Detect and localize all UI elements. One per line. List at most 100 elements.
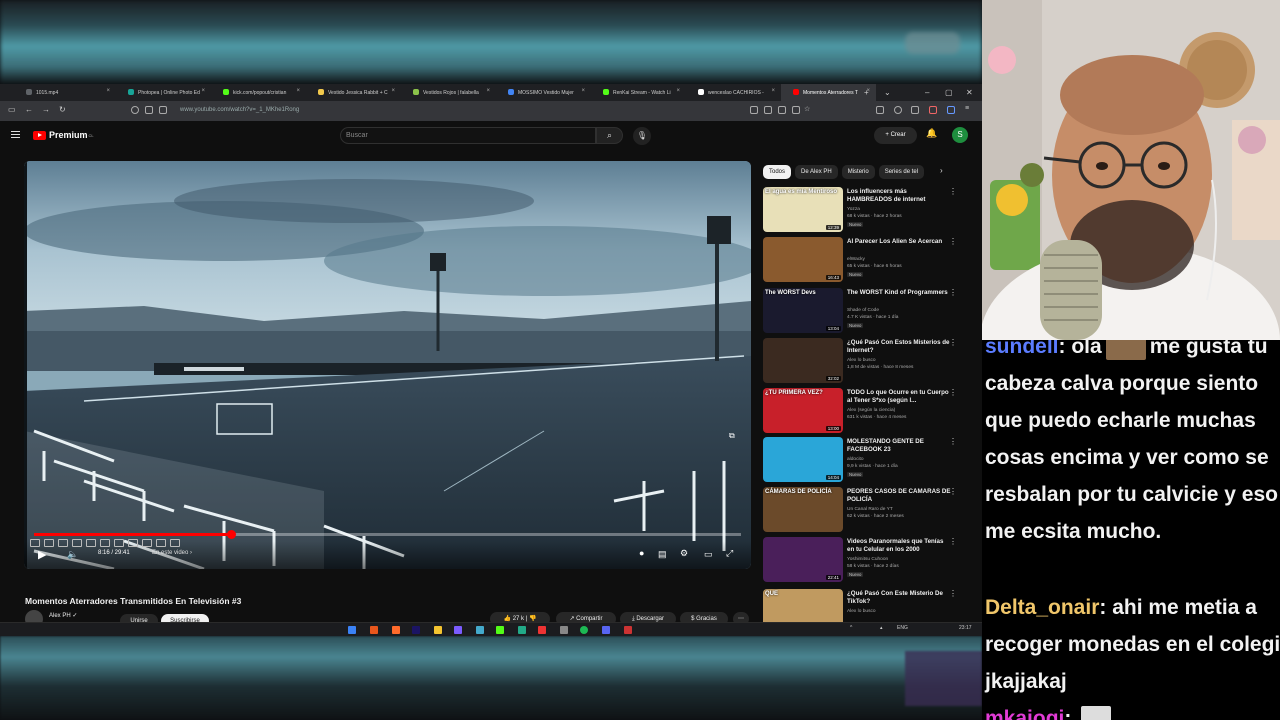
recommendation-channel[interactable]: elWacky <box>847 257 865 262</box>
back-icon[interactable]: ← <box>25 105 33 114</box>
tab-close-icon[interactable]: × <box>391 88 395 94</box>
browser-tab[interactable]: RenKai Stream - Watch Li × <box>591 84 686 101</box>
more-options-icon[interactable]: ⋮ <box>949 389 957 397</box>
caption-icon[interactable] <box>128 539 138 547</box>
recommendation-item[interactable]: 22:41 Videos Paranormales que Tenías en t… <box>763 537 963 583</box>
frame-icon[interactable] <box>58 539 68 547</box>
tab-close-icon[interactable]: × <box>486 88 490 94</box>
search-icon[interactable]: ⌕ <box>596 127 623 144</box>
chat-username[interactable]: sundell <box>985 340 1059 358</box>
reload-icon[interactable]: ↻ <box>59 105 66 114</box>
video-progress-bar[interactable] <box>34 530 741 539</box>
window-icon[interactable] <box>86 539 96 547</box>
clock[interactable]: 23:17 <box>959 625 972 631</box>
tab-search-icon[interactable]: ⌄ <box>884 84 891 101</box>
chat-username[interactable]: mkaiogi <box>985 707 1064 720</box>
wallet-icon[interactable] <box>947 106 955 114</box>
premiere-icon[interactable] <box>412 626 420 634</box>
adblock-icon[interactable] <box>929 106 937 114</box>
recommendation-title[interactable]: MOLESTANDO GENTE DE FACEBOOK 23 <box>847 438 951 454</box>
browser-tab[interactable]: Momentos Aterradores T × <box>781 84 876 101</box>
taskbar-app-icon-7[interactable] <box>624 626 632 634</box>
tab-close-icon[interactable]: × <box>771 88 775 94</box>
video-thumbnail[interactable]: El agua es mía Mentiroso 12:39 <box>763 187 843 232</box>
file-explorer-icon[interactable] <box>434 626 442 634</box>
fullscreen-icon[interactable]: ⤢ <box>726 548 733 559</box>
recommendation-channel[interactable]: Un Canal Raro de YT <box>847 507 893 512</box>
browser-tab[interactable]: Photopea | Online Photo Ed × <box>116 84 211 101</box>
more-options-icon[interactable]: ⋮ <box>949 238 957 246</box>
notifications-bell-icon[interactable]: 🔔 <box>926 128 937 139</box>
translate-icon[interactable] <box>778 106 786 114</box>
cast-icon[interactable] <box>750 106 758 114</box>
tray-chevron-icon[interactable]: ^ <box>850 625 852 631</box>
play-icon[interactable]: ▶ <box>38 548 46 561</box>
recommendation-channel[interactable]: Alex lo busco <box>847 609 876 614</box>
youtube-logo[interactable]: Premium CL <box>33 130 94 140</box>
channel-name[interactable]: Alex PH ✓ <box>49 612 77 619</box>
tab-close-icon[interactable]: × <box>676 88 680 94</box>
video-thumbnail[interactable]: ¿TU PRIMERA VEZ? 13:00 <box>763 388 843 433</box>
settings-icon[interactable] <box>170 539 180 547</box>
tab-close-icon[interactable]: × <box>581 88 585 94</box>
firefox-icon[interactable] <box>392 626 400 634</box>
browser-tab[interactable]: Vestidos Rojos | falabella × <box>401 84 496 101</box>
taskbar-app-icon-5[interactable] <box>538 626 546 634</box>
recommendation-channel[interactable]: Yozza <box>847 207 860 212</box>
volume-icon[interactable]: 🔈 <box>67 549 78 560</box>
bookmark-star-icon[interactable]: ☆ <box>804 105 810 113</box>
recommendation-item[interactable]: 32:02 ¿Qué Pasó Con Estos Misterios de In… <box>763 338 963 384</box>
site-settings-icon[interactable] <box>145 106 153 114</box>
video-thumbnail[interactable]: CÁMARAS DE POLICÍA <box>763 487 843 532</box>
video-thumbnail[interactable]: 16:43 <box>763 237 843 282</box>
taskbar-app-icon-3[interactable] <box>476 626 484 634</box>
extension-icon[interactable] <box>792 106 800 114</box>
browser-tab[interactable]: kick.com/popout/cristian × <box>211 84 306 101</box>
autoplay-toggle[interactable]: ● <box>639 548 644 558</box>
more-options-icon[interactable]: ⋮ <box>949 339 957 347</box>
recommendation-channel[interactable]: Alex (según la ciencia) <box>847 408 895 413</box>
taskbar-app-icon-2[interactable] <box>454 626 462 634</box>
recommendation-item[interactable]: The WORST Devs 13:04 The WORST Kind of Pro… <box>763 288 963 334</box>
audio-icon[interactable] <box>44 539 54 547</box>
recommendation-channel[interactable]: Alex lo busco <box>847 358 876 363</box>
more-options-icon[interactable]: ⋮ <box>949 488 957 496</box>
tab-close-icon[interactable]: × <box>296 88 300 94</box>
windows-start-icon[interactable] <box>348 626 356 634</box>
recommendation-title[interactable]: Al Parecer Los Alien Se Acercan <box>847 238 951 246</box>
filter-chip[interactable]: Todos <box>763 165 792 179</box>
microphone-icon[interactable]: 🎙 <box>633 127 651 145</box>
browser-tab[interactable]: Vestido Jessica Rabbit + C × <box>306 84 401 101</box>
camera-icon[interactable] <box>142 539 152 547</box>
maximize-button[interactable]: ▢ <box>945 84 953 101</box>
profile-icon[interactable] <box>894 106 902 114</box>
recommendation-title[interactable]: The WORST Kind of Programmers <box>847 289 951 297</box>
film-icon[interactable] <box>72 539 82 547</box>
recommendation-title[interactable]: PEORES CASOS DE CÁMARAS DE POLICÍA <box>847 488 951 504</box>
filter-chip[interactable]: Series de tel <box>878 165 925 179</box>
text-icon[interactable] <box>156 539 166 547</box>
recommendation-channel[interactable]: aldocito <box>847 457 864 462</box>
more-options-icon[interactable]: ⋮ <box>949 590 957 598</box>
recommendation-item[interactable]: CÁMARAS DE POLICÍA PEORES CASOS DE CÁMARA… <box>763 487 963 533</box>
more-options-icon[interactable]: ⋮ <box>949 289 957 297</box>
speed-icon[interactable] <box>114 539 124 547</box>
filter-chip[interactable]: Misterio <box>841 165 875 179</box>
browser-tab[interactable]: 1015.mp4 × <box>0 84 116 101</box>
theater-mode-icon[interactable]: ▭ <box>704 549 713 560</box>
search-input[interactable]: Buscar <box>340 127 596 144</box>
subtitles-icon[interactable]: ▤ <box>658 549 667 560</box>
video-thumbnail[interactable]: 22:41 <box>763 537 843 582</box>
screenshot-icon[interactable] <box>764 106 772 114</box>
recommendation-item[interactable]: El agua es mía Mentiroso 12:39 Los influen… <box>763 187 963 233</box>
permissions-icon[interactable] <box>159 106 167 114</box>
taskbar-app-icon-4[interactable] <box>518 626 526 634</box>
more-options-icon[interactable]: ⋮ <box>949 538 957 546</box>
minimize-button[interactable]: – <box>925 84 929 101</box>
downloads-icon[interactable] <box>876 106 884 114</box>
loop-icon[interactable] <box>30 539 40 547</box>
recommendation-item[interactable]: ¿TU PRIMERA VEZ? 13:00 TODO Lo que Ocurre … <box>763 388 963 434</box>
miniplayer-expand-icon[interactable]: ⧉ <box>729 431 735 441</box>
chapter-label[interactable]: En este video › <box>152 550 192 556</box>
recommendation-item[interactable]: 14:04 MOLESTANDO GENTE DE FACEBOOK 23 aldo… <box>763 437 963 483</box>
